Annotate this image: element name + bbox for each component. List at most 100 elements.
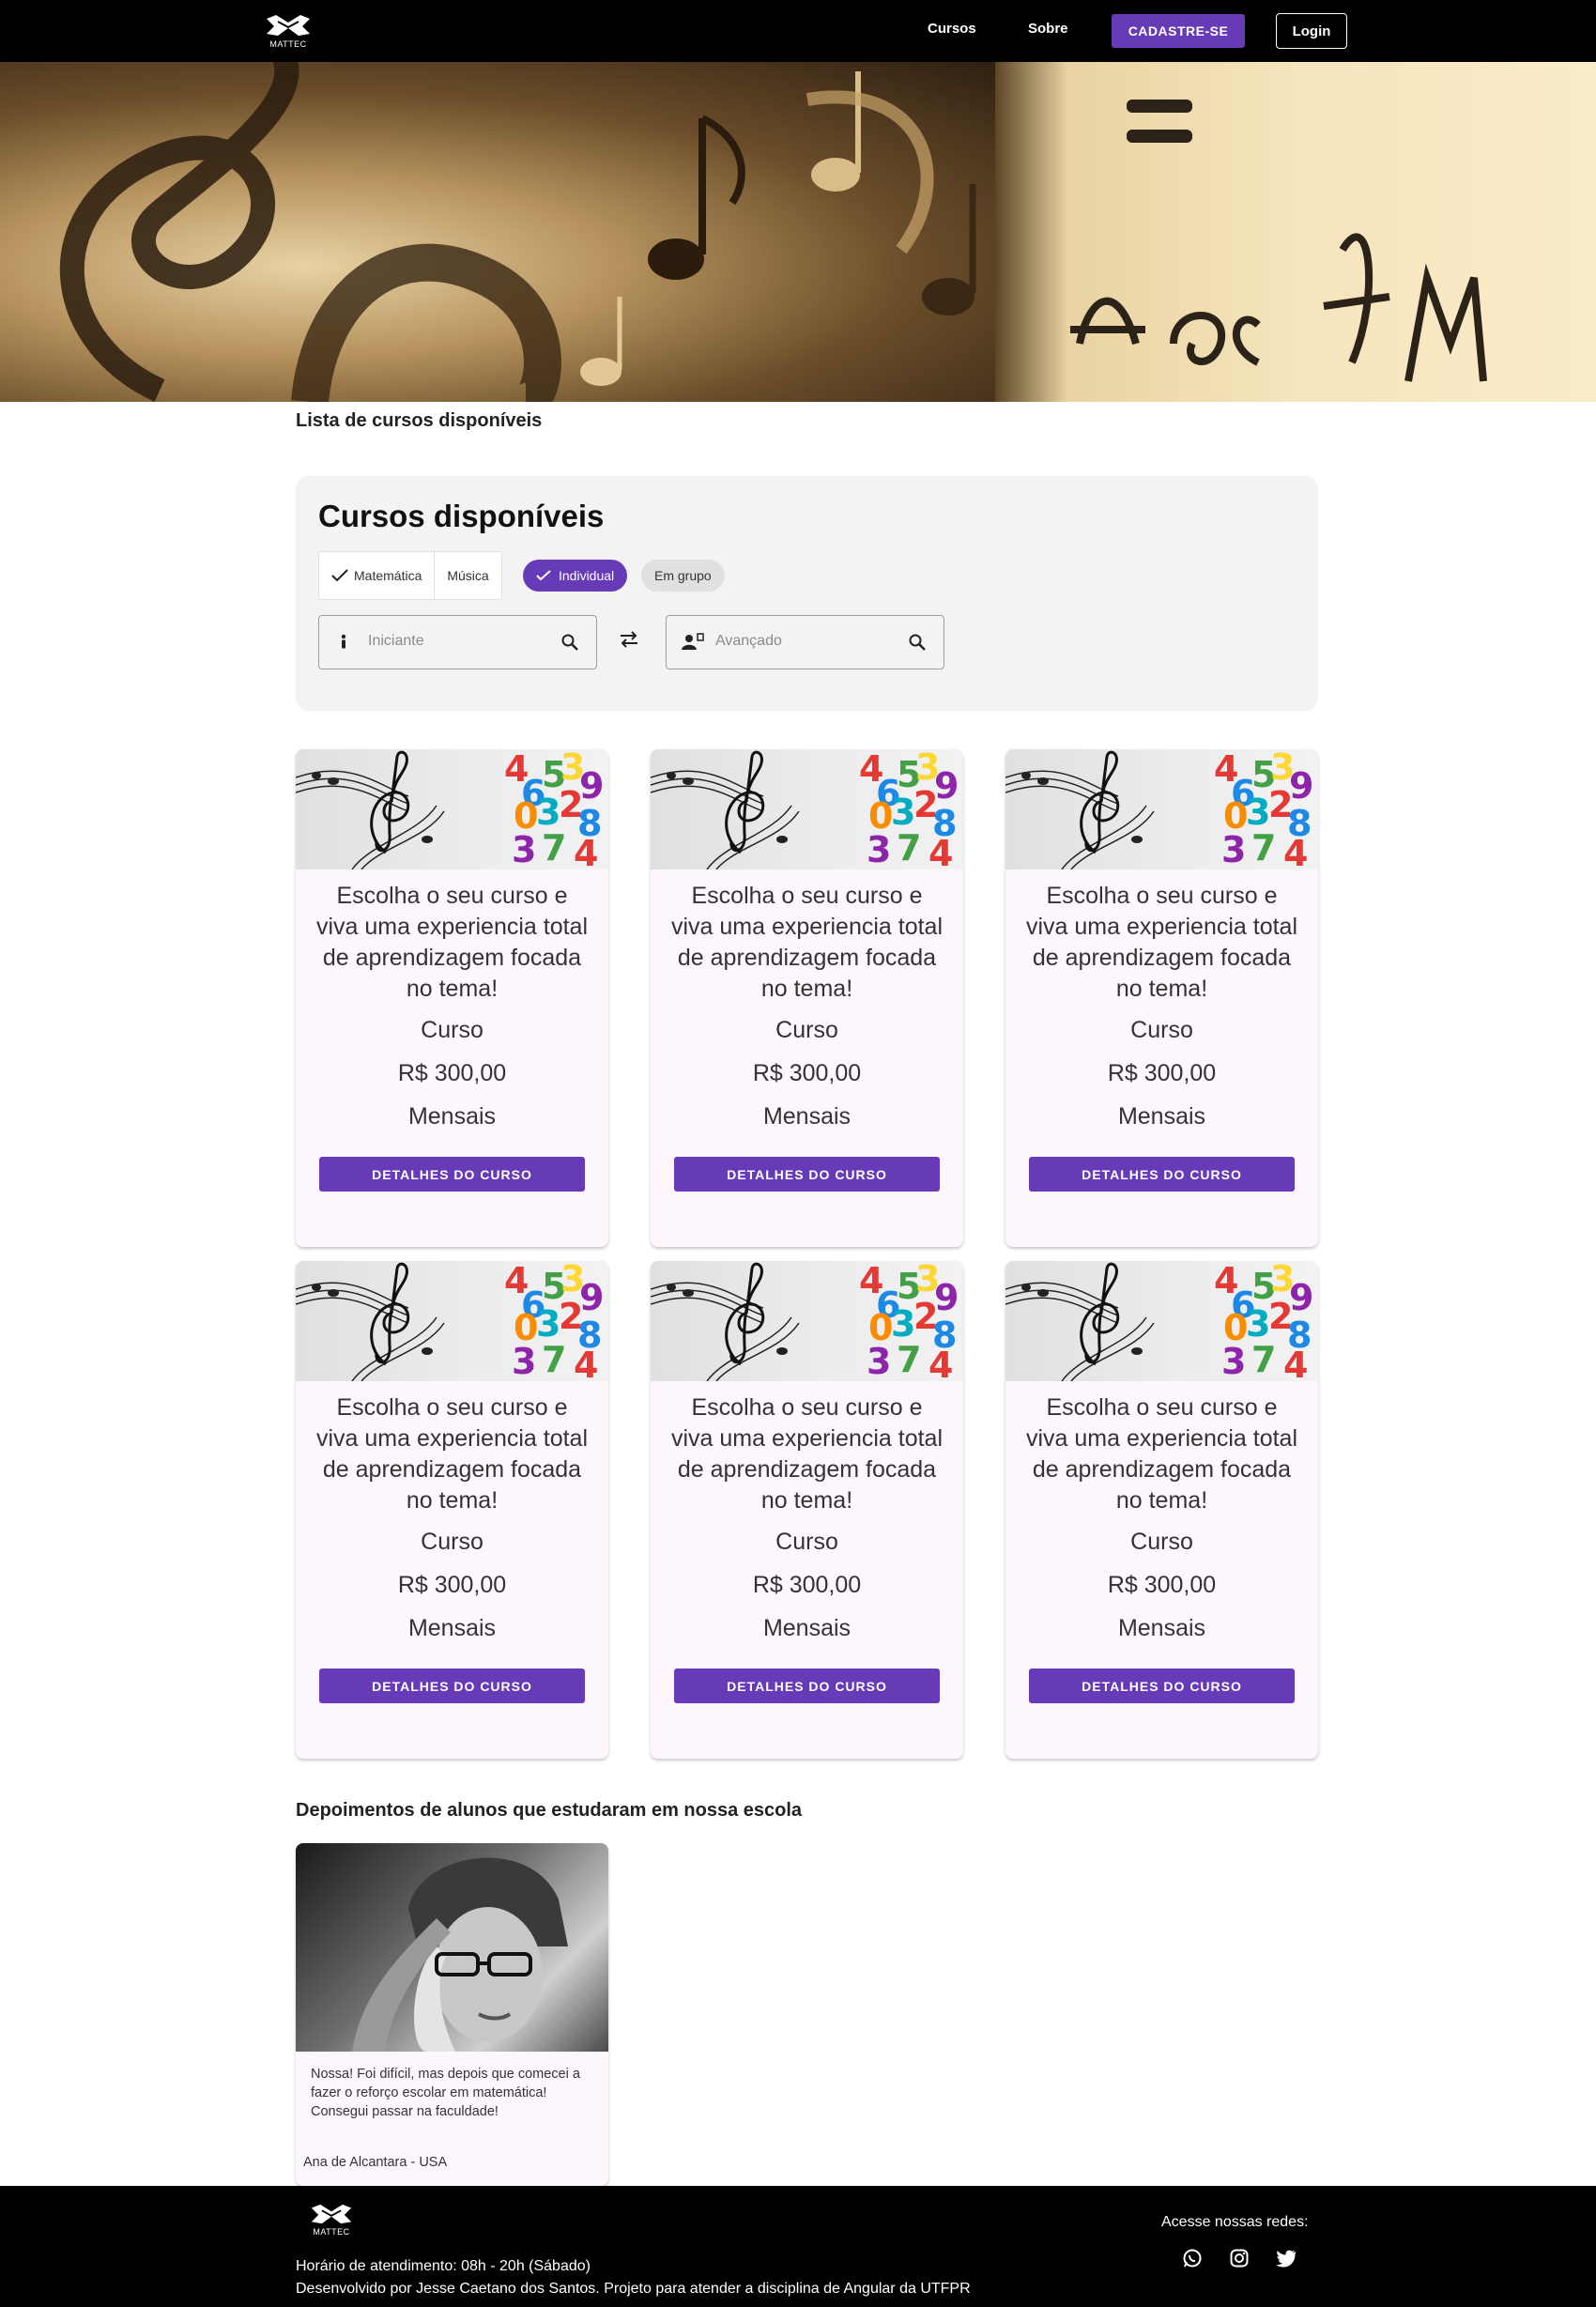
toggle-label: Matemática — [354, 568, 422, 583]
number-glyph: 7 — [897, 827, 921, 869]
music-math-illustration: 4653903283 7 4 — [296, 749, 604, 869]
course-description: Escolha o seu curso e viva uma experienc… — [670, 1394, 944, 1514]
search-icon[interactable] — [560, 633, 579, 652]
music-math-illustration: 4653903283 7 4 — [1005, 1261, 1313, 1381]
course-card: 465390328374 Escolha o seu curso e viva … — [651, 1261, 963, 1759]
whatsapp-icon[interactable] — [1180, 2246, 1204, 2269]
course-type: Curso — [1130, 1017, 1193, 1043]
course-details-button[interactable]: DETALHES DO CURSO — [1029, 1157, 1295, 1192]
number-glyph: 7 — [897, 1339, 921, 1380]
student-photo — [296, 1843, 608, 2052]
course-image: 465390328374 — [1005, 1261, 1318, 1381]
toggle-matematica[interactable]: Matemática — [319, 552, 436, 599]
course-price: R$ 300,00 — [1107, 1060, 1217, 1086]
course-price: R$ 300,00 — [1107, 1572, 1217, 1598]
teacher-icon — [682, 633, 704, 650]
number-glyph: 4 — [574, 833, 598, 869]
person-icon — [341, 634, 346, 649]
course-period: Mensais — [407, 1615, 497, 1641]
student-portrait — [352, 1857, 568, 2052]
course-filter-panel: Cursos disponíveis Matemática Música Ind… — [296, 476, 1318, 711]
testimonial-text: Nossa! Foi difícil, mas depois que comec… — [311, 2067, 580, 2119]
panel-title: Cursos disponíveis — [318, 499, 605, 533]
course-image: 465390328374 — [1005, 749, 1318, 869]
course-details-button[interactable]: DETALHES DO CURSO — [674, 1157, 940, 1192]
course-description: Escolha o seu curso e viva uma experienc… — [315, 1394, 589, 1514]
number-glyph: 7 — [542, 827, 566, 869]
twitter-icon[interactable] — [1274, 2246, 1297, 2269]
course-details-button[interactable]: DETALHES DO CURSO — [319, 1669, 585, 1703]
course-period: Mensais — [1117, 1103, 1206, 1130]
course-period: Mensais — [1117, 1615, 1206, 1641]
course-details-button[interactable]: DETALHES DO CURSO — [319, 1157, 585, 1192]
developer-credit: Desenvolvido por Jesse Caetano dos Santo… — [296, 2281, 971, 2297]
toggle-label: Música — [447, 568, 489, 583]
course-image: 465390328374 — [296, 749, 608, 869]
brand-logo[interactable]: MATTEC — [265, 13, 312, 49]
number-glyph: 4 — [928, 833, 953, 869]
chip-em-grupo[interactable]: Em grupo — [641, 560, 725, 592]
chip-individual[interactable]: Individual — [523, 560, 628, 592]
logo-mark-icon — [267, 15, 310, 36]
chip-label: Em grupo — [654, 568, 712, 583]
hero-banner — [0, 62, 1596, 402]
brand-name: MATTEC — [269, 39, 307, 49]
course-details-button[interactable]: DETALHES DO CURSO — [674, 1669, 940, 1703]
music-math-illustration: 4653903283 7 4 — [651, 1261, 959, 1381]
search-icon[interactable] — [908, 633, 927, 652]
number-glyph: 7 — [1251, 1339, 1276, 1380]
level-to-input[interactable] — [715, 633, 894, 650]
footer-logo: MATTEC — [310, 2203, 353, 2237]
number-glyph: 3 — [512, 1341, 536, 1381]
testimonials-label: Depoimentos de alunos que estudaram em n… — [296, 1800, 803, 1821]
course-card: 465390328374 Escolha o seu curso e viva … — [651, 749, 963, 1247]
chip-label: Individual — [559, 568, 615, 583]
instagram-icon[interactable] — [1227, 2246, 1251, 2269]
course-image: 465390328374 — [296, 1261, 608, 1381]
nav-link-sobre[interactable]: Sobre — [1028, 21, 1068, 37]
course-price: R$ 300,00 — [752, 1572, 862, 1598]
login-button[interactable]: Login — [1276, 13, 1347, 49]
course-period: Mensais — [762, 1103, 852, 1130]
course-image: 465390328374 — [651, 1261, 963, 1381]
course-type: Curso — [775, 1529, 838, 1555]
check-icon — [331, 569, 348, 582]
course-card: 465390328374 Escolha o seu curso e viva … — [296, 749, 608, 1247]
swap-arrows-icon[interactable] — [619, 630, 639, 649]
logo-mark-icon — [311, 2204, 352, 2224]
number-glyph: 4 — [928, 1345, 953, 1381]
hero-artwork — [59, 62, 1487, 402]
number-glyph: 4 — [574, 1345, 598, 1381]
course-list-label: Lista de cursos disponíveis — [296, 410, 543, 431]
course-type: Curso — [421, 1529, 483, 1555]
course-price: R$ 300,00 — [752, 1060, 862, 1086]
number-glyph: 4 — [1283, 833, 1308, 869]
course-description: Escolha o seu curso e viva uma experienc… — [1025, 1394, 1298, 1514]
level-from-field[interactable] — [318, 615, 597, 669]
number-glyph: 7 — [542, 1339, 566, 1380]
level-from-input[interactable] — [368, 633, 546, 650]
course-price: R$ 300,00 — [397, 1572, 507, 1598]
number-glyph: 4 — [1283, 1345, 1308, 1381]
social-label: Acesse nossas redes: — [1161, 2214, 1309, 2230]
course-card: 465390328374 Escolha o seu curso e viva … — [1005, 749, 1318, 1247]
check-icon — [536, 570, 551, 581]
number-glyph: 3 — [867, 1341, 891, 1381]
level-to-field[interactable] — [666, 615, 944, 669]
toggle-musica[interactable]: Música — [435, 552, 500, 599]
music-math-illustration: 4653903283 7 4 — [651, 749, 959, 869]
signup-button[interactable]: CADASTRE-SE — [1112, 14, 1245, 48]
course-description: Escolha o seu curso e viva uma experienc… — [670, 883, 944, 1002]
course-card: 465390328374 Escolha o seu curso e viva … — [296, 1261, 608, 1759]
course-type: Curso — [421, 1017, 483, 1043]
nav-link-cursos[interactable]: Cursos — [928, 21, 976, 37]
course-card: 465390328374 Escolha o seu curso e viva … — [1005, 1261, 1318, 1759]
number-glyph: 3 — [512, 829, 536, 869]
social-icons — [1180, 2246, 1297, 2269]
course-period: Mensais — [407, 1103, 497, 1130]
course-period: Mensais — [762, 1615, 852, 1641]
course-description: Escolha o seu curso e viva uma experienc… — [315, 883, 589, 1002]
number-glyph: 3 — [1221, 1341, 1246, 1381]
music-math-illustration: 4653903283 7 4 — [1005, 749, 1313, 869]
course-details-button[interactable]: DETALHES DO CURSO — [1029, 1669, 1295, 1703]
